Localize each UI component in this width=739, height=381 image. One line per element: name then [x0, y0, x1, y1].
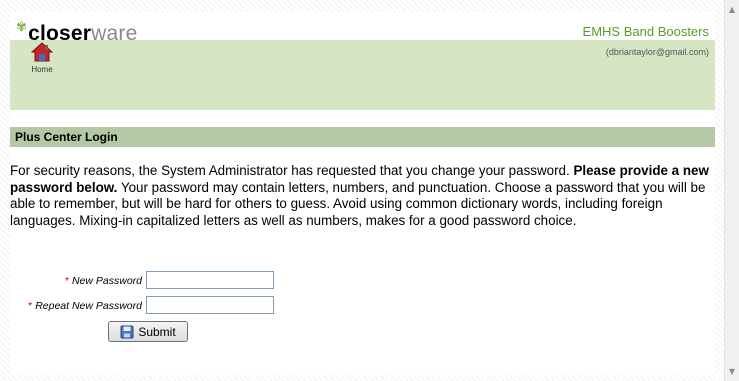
new-password-label: * New Password — [65, 275, 142, 287]
instructions-text-1: For security reasons, the System Adminis… — [10, 163, 574, 178]
organization-name: EMHS Band Boosters — [582, 24, 709, 39]
logo-light-text: ware — [91, 22, 138, 45]
home-icon — [31, 42, 53, 62]
vertical-scrollbar[interactable]: ▲ ▼ — [724, 0, 739, 381]
repeat-password-label-text: Repeat New Password — [35, 300, 142, 312]
page-frame: ✾closerware EMHS Band Boosters Home (dbr… — [0, 0, 724, 381]
home-link[interactable]: Home — [24, 42, 60, 74]
password-instructions: For security reasons, the System Adminis… — [10, 163, 712, 229]
repeat-password-input[interactable] — [146, 296, 274, 314]
repeat-password-label: * Repeat New Password — [28, 300, 142, 312]
submit-label: Submit — [138, 324, 176, 339]
home-label: Home — [31, 65, 53, 74]
page-content: ✾closerware EMHS Band Boosters Home (dbr… — [10, 12, 715, 375]
submit-button[interactable]: Submit — [108, 321, 188, 342]
repeat-password-row: * Repeat New Password — [10, 296, 310, 318]
scroll-down-arrow-icon[interactable]: ▼ — [725, 364, 739, 379]
user-email: (dbriantaylor@gmail.com) — [605, 47, 709, 57]
new-password-label-text: New Password — [71, 275, 142, 287]
new-password-row: * New Password — [10, 271, 310, 293]
required-mark: * — [28, 300, 33, 312]
header: ✾closerware EMHS Band Boosters Home (dbr… — [10, 12, 715, 110]
logo-bar: ✾closerware EMHS Band Boosters — [10, 12, 715, 45]
disk-icon — [120, 325, 134, 338]
flower-icon: ✾ — [16, 19, 28, 34]
new-password-input[interactable] — [146, 271, 274, 289]
scroll-up-arrow-icon[interactable]: ▲ — [725, 2, 739, 17]
section-title: Plus Center Login — [10, 127, 715, 147]
required-mark: * — [64, 275, 70, 287]
